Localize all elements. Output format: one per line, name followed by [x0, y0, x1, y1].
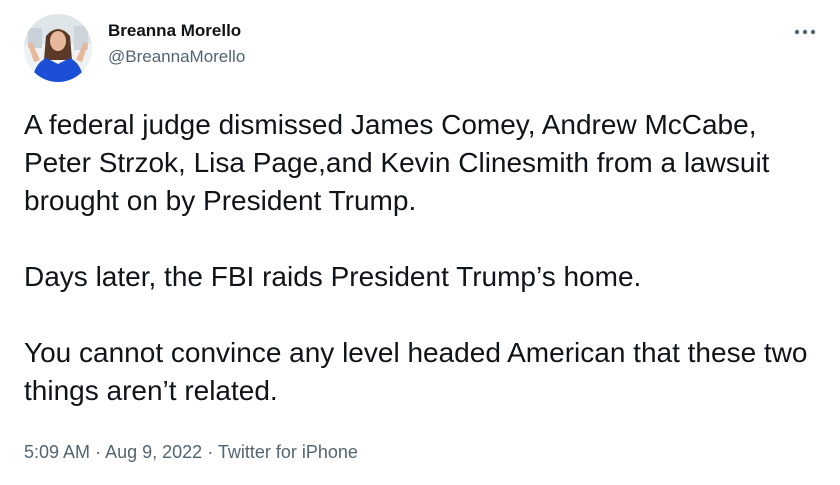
tweet-text: A federal judge dismissed James Comey, A… [24, 106, 824, 410]
more-horizontal-icon [794, 29, 816, 35]
author-handle[interactable]: @BreannaMorello [108, 46, 245, 68]
meta-separator: · [95, 442, 102, 462]
meta-separator: · [207, 442, 214, 462]
more-options-button[interactable] [790, 20, 820, 44]
tweet-header: Breanna Morello @BreannaMorello [24, 14, 820, 84]
author-display-name[interactable]: Breanna Morello [108, 20, 245, 42]
tweet-date[interactable]: Aug 9, 2022 [105, 442, 202, 462]
avatar[interactable] [24, 14, 92, 82]
tweet-time[interactable]: 5:09 AM [24, 442, 90, 462]
tweet-paragraph: Days later, the FBI raids President Trum… [24, 261, 642, 292]
tweet-card: Breanna Morello @BreannaMorello A federa… [0, 0, 840, 485]
tweet-paragraph: You cannot convince any level headed Ame… [24, 337, 808, 406]
avatar-image [24, 14, 92, 82]
author-names: Breanna Morello @BreannaMorello [108, 20, 245, 68]
tweet-metadata: 5:09 AM · Aug 9, 2022 · Twitter for iPho… [24, 440, 358, 464]
tweet-source[interactable]: Twitter for iPhone [218, 442, 358, 462]
tweet-paragraph: A federal judge dismissed James Comey, A… [24, 109, 770, 216]
